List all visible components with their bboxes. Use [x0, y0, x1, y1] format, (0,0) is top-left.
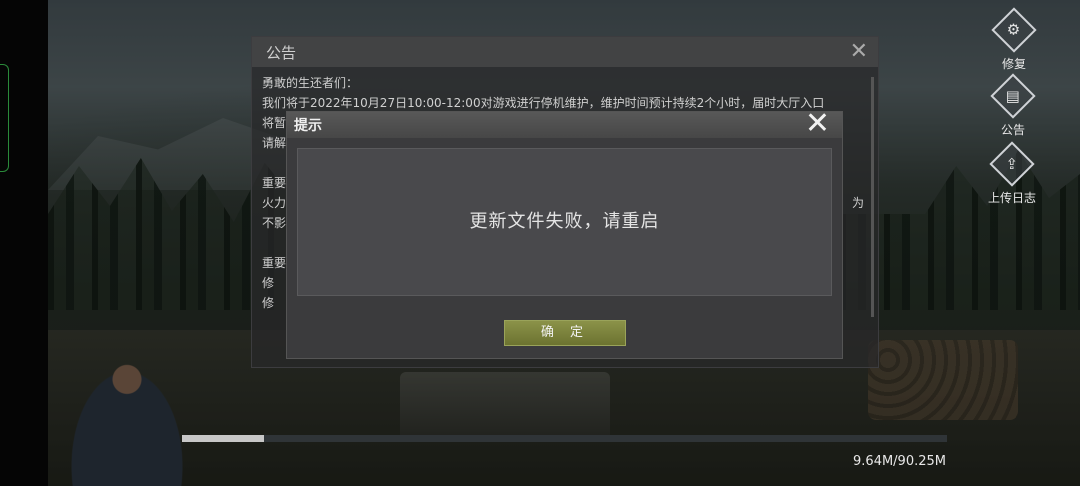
prompt-dialog: 提示 ✕ 更新文件失败，请重启 确 定	[287, 109, 842, 358]
repair-button[interactable]: ⚙ 修复	[984, 7, 1044, 72]
upload-log-button[interactable]: ⇪ 上传日志	[982, 141, 1042, 206]
download-progress-bar	[182, 435, 947, 442]
download-progress-fill	[182, 435, 264, 442]
dialog-title: 提示	[294, 118, 322, 134]
announcement-header: 公告 ✕	[252, 37, 878, 67]
announcement-line: 勇敢的生还者们：	[262, 76, 359, 90]
upload-log-label: 上传日志	[987, 191, 1036, 205]
announcement-title: 公告	[266, 44, 297, 62]
side-handle[interactable]	[0, 64, 9, 172]
notice-icon: ▤	[990, 73, 1036, 119]
close-icon[interactable]: ✕	[850, 39, 868, 64]
dialog-message: 更新文件失败，请重启	[469, 211, 660, 232]
dialog-content-box: 更新文件失败，请重启	[297, 148, 832, 296]
left-edge-bar	[0, 0, 48, 486]
download-size-text: 9.64M/90.25M	[853, 454, 946, 469]
dialog-header: 提示 ✕	[287, 109, 842, 139]
announcement-scrollbar[interactable]	[871, 77, 874, 317]
announcement-trailing: 为	[851, 196, 864, 210]
announcement-label: 公告	[1000, 123, 1025, 137]
repair-label: 修复	[1001, 57, 1026, 71]
upload-icon: ⇪	[989, 141, 1035, 187]
confirm-button[interactable]: 确 定	[504, 320, 626, 346]
announcement-line: 我们将于2022年10月27日10:00-12:00对游戏进行停机维护，维护时间…	[262, 96, 825, 110]
gear-icon: ⚙	[991, 7, 1037, 53]
announcement-button[interactable]: ▤ 公告	[983, 73, 1043, 138]
close-icon[interactable]: ✕	[805, 109, 830, 139]
